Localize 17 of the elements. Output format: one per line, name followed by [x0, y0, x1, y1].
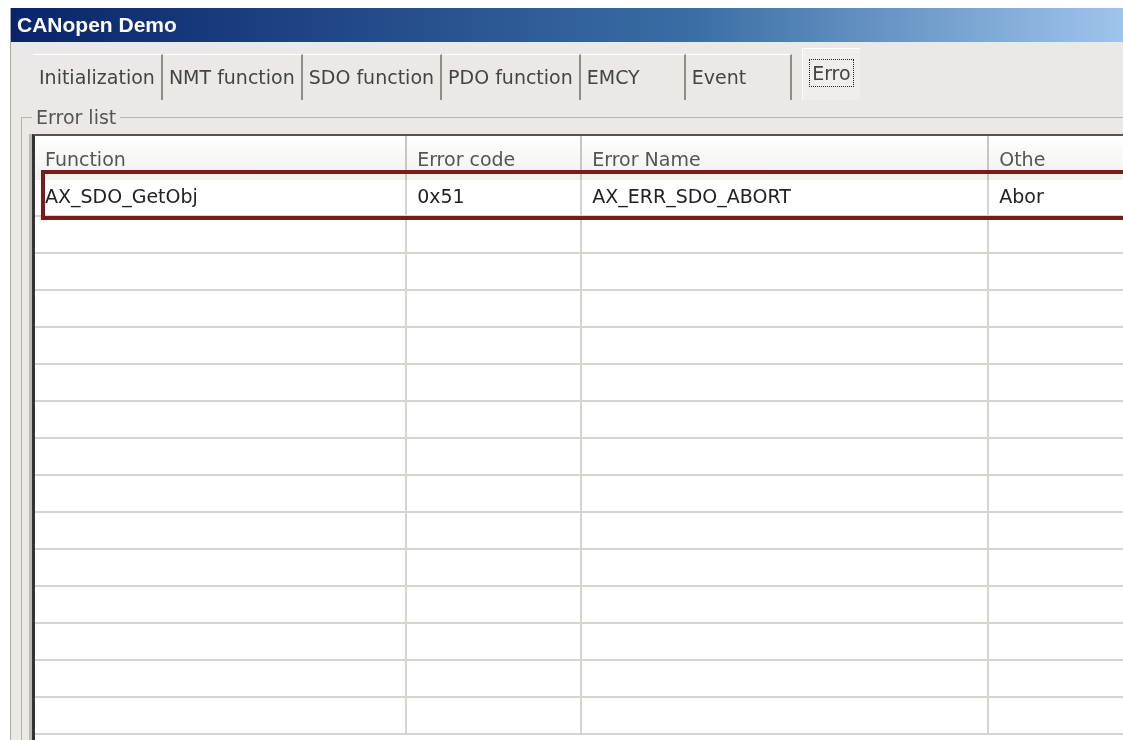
tab[interactable]: EMCY: [580, 54, 686, 100]
table-cell: AX_SDO_GetObj: [35, 180, 408, 215]
table-cell: Abor: [989, 180, 1123, 215]
group-title: Error list: [35, 106, 118, 128]
column-header[interactable]: Othe: [989, 136, 1123, 180]
tab[interactable]: Initialization: [33, 54, 163, 100]
tab[interactable]: Event: [685, 54, 793, 100]
tab[interactable]: Erro: [802, 48, 860, 100]
table-cell: AX_ERR_SDO_ABORT: [582, 180, 990, 215]
column-header[interactable]: Function: [35, 136, 408, 180]
table-cell: 0x51: [407, 180, 583, 215]
column-header[interactable]: Error code: [407, 136, 583, 180]
tab[interactable]: NMT function: [162, 54, 303, 100]
tab[interactable]: SDO function: [302, 54, 443, 100]
window-title: CANopen Demo: [17, 13, 177, 37]
tab[interactable]: PDO function: [442, 54, 581, 100]
column-header[interactable]: Error Name: [582, 136, 990, 180]
